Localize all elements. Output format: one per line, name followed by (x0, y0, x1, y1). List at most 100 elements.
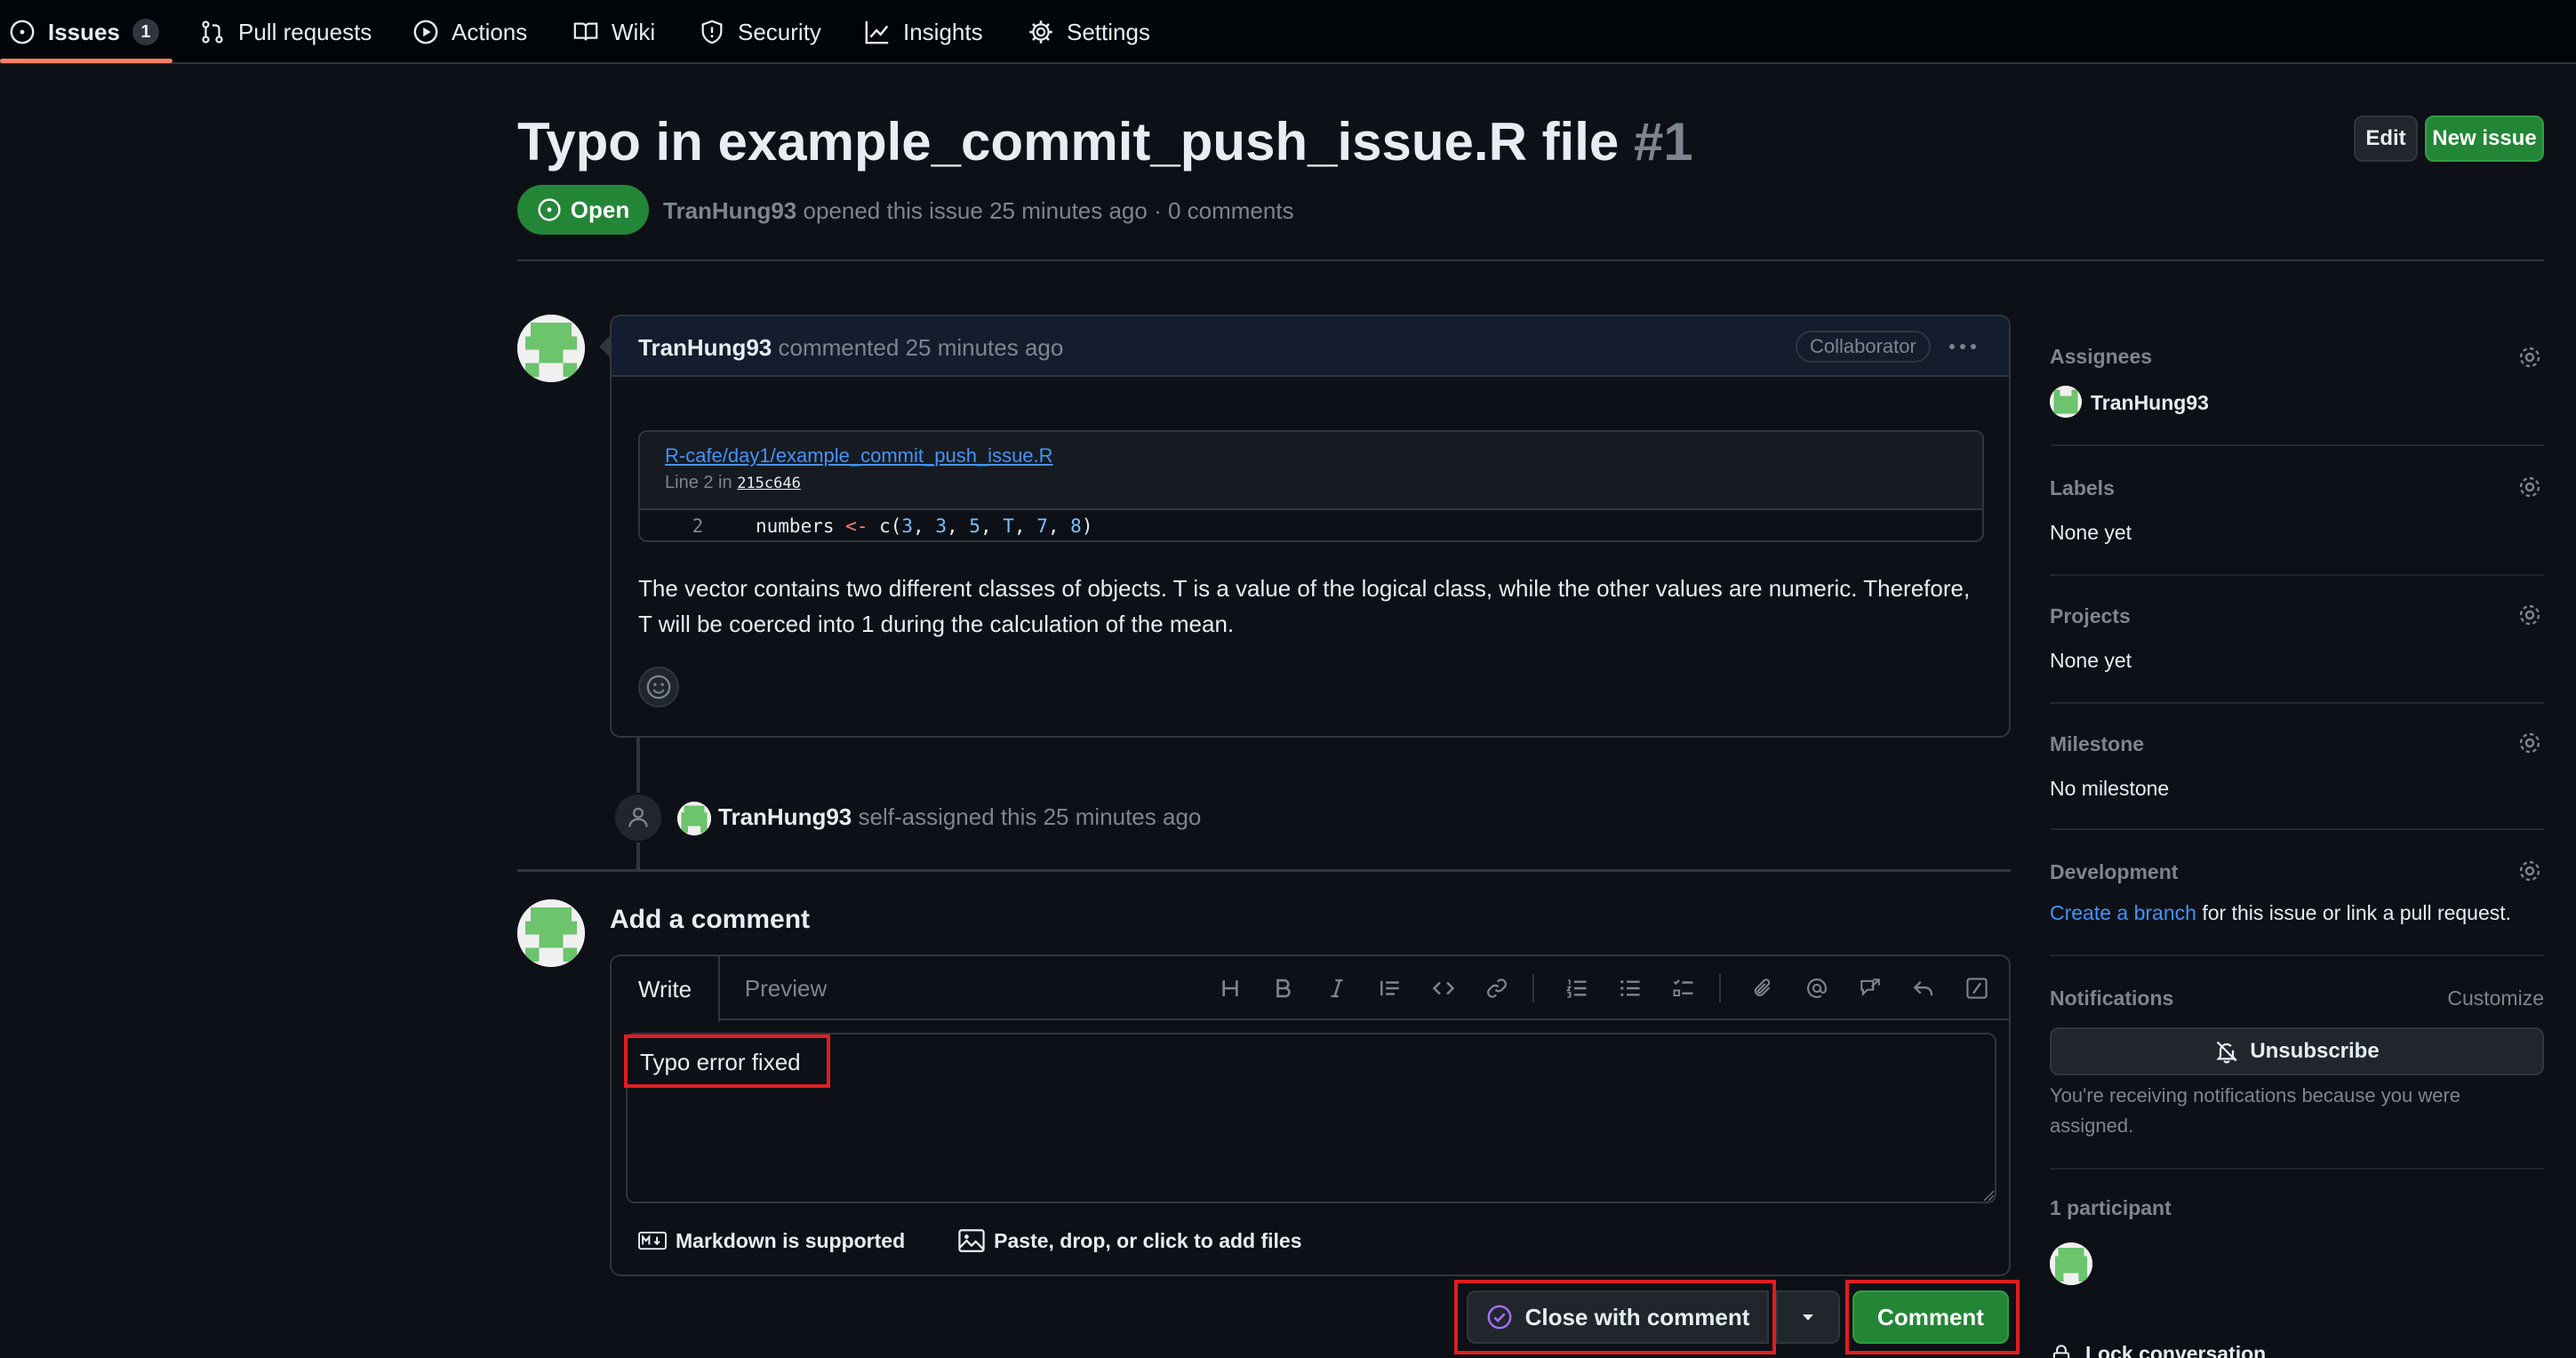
tab-settings[interactable]: Settings (1028, 0, 1150, 64)
tab-wiki-label: Wiki (612, 18, 656, 45)
tab-pull-requests-label: Pull requests (238, 18, 372, 45)
tab-issues[interactable]: Issues 1 (9, 0, 159, 64)
tab-security[interactable]: Security (699, 0, 821, 64)
gear-icon[interactable] (2516, 343, 2544, 371)
labels-title: Labels (2050, 476, 2115, 499)
issue-author-link[interactable]: TranHung93 (663, 197, 796, 224)
notifications-title: Notifications (2050, 987, 2174, 1010)
assignees-title: Assignees (2050, 345, 2153, 368)
avatar[interactable] (2050, 386, 2082, 418)
create-branch-link[interactable]: Create a branch (2050, 901, 2196, 924)
tab-preview[interactable]: Preview (736, 956, 836, 1020)
identicon-avatar-icon (2050, 386, 2082, 418)
unordered-list-button[interactable] (1614, 972, 1646, 1004)
comment-author[interactable]: TranHung93 (638, 334, 772, 361)
bold-button[interactable] (1268, 972, 1300, 1004)
comment-author-line: TranHung93 commented 25 minutes ago (638, 334, 1063, 362)
participants-title: 1 participant (2050, 1196, 2172, 1219)
labels-section: Labels None yet (2050, 471, 2544, 576)
issue-meta: TranHung93 opened this issue 25 minutes … (663, 197, 1294, 225)
attach-button[interactable] (1748, 972, 1780, 1004)
saved-reply-button[interactable] (1908, 972, 1940, 1004)
gear-icon[interactable] (2516, 601, 2544, 629)
attach-files-hint[interactable]: Paste, drop, or click to add files (958, 1229, 1302, 1253)
comment-textarea[interactable]: Typo error fixed (626, 1033, 1996, 1203)
slash-command-button[interactable] (1961, 972, 1993, 1004)
unsubscribe-button[interactable]: Unsubscribe (2050, 1027, 2544, 1075)
unsubscribe-label: Unsubscribe (2250, 1039, 2380, 1063)
resize-handle-icon[interactable] (1982, 1189, 1995, 1202)
add-reaction-button[interactable] (638, 667, 679, 707)
tab-write[interactable]: Write (612, 956, 720, 1022)
code-line: 2 numbers <- c(3, 3, 5, T, 7, 8) (640, 510, 1982, 540)
link-button[interactable] (1481, 972, 1513, 1004)
markdown-icon (638, 1231, 667, 1250)
ordered-list-button[interactable] (1561, 972, 1593, 1004)
assignee-name[interactable]: TranHung93 (2091, 391, 2209, 415)
edit-button[interactable]: Edit (2354, 116, 2418, 162)
gear-icon[interactable] (2516, 729, 2544, 757)
tab-actions[interactable]: Actions (412, 0, 527, 64)
lock-icon (2052, 1344, 2070, 1358)
quote-button[interactable] (1374, 972, 1406, 1004)
milestone-section: Milestone No milestone (2050, 727, 2544, 830)
task-list-button[interactable] (1668, 972, 1700, 1004)
tab-settings-label: Settings (1067, 18, 1150, 45)
milestone-value: No milestone (2050, 777, 2170, 800)
comment-submit-button[interactable]: Comment (1852, 1290, 2009, 1344)
collaborator-badge: Collaborator (1796, 331, 1931, 363)
lock-conversation-label: Lock conversation (2085, 1342, 2267, 1358)
avatar[interactable] (2050, 1242, 2092, 1285)
mention-button[interactable] (1801, 972, 1833, 1004)
triangle-down-icon (1803, 1314, 1813, 1321)
customize-link[interactable]: Customize (2447, 987, 2544, 1011)
issue-title: Typo in example_commit_push_issue.R file… (517, 108, 1693, 176)
close-with-comment-button[interactable]: Close with comment (1467, 1290, 1769, 1344)
tab-insights[interactable]: Insights (864, 0, 983, 64)
git-pull-request-icon (202, 20, 223, 44)
comment-editor: Write Preview Typo error fixed Markdown … (610, 955, 2011, 1276)
permalink-path-link[interactable]: R-cafe/day1/example_commit_push_issue.R (665, 444, 1957, 467)
status-label: Open (570, 196, 630, 223)
issue-opened-icon (10, 20, 35, 44)
code-icon (1432, 981, 1455, 995)
identicon-avatar-icon (517, 899, 585, 967)
timeline-badge (613, 793, 663, 843)
book-icon (573, 22, 598, 41)
tab-issues-label: Issues (48, 18, 120, 45)
italic-button[interactable] (1321, 972, 1353, 1004)
close-options-dropdown[interactable] (1776, 1290, 1840, 1344)
paperclip-icon (1754, 979, 1771, 997)
avatar[interactable] (517, 899, 585, 967)
commit-sha-link[interactable]: 215c646 (737, 475, 801, 492)
heading-button[interactable] (1214, 972, 1246, 1004)
permalink-line-prefix: Line 2 in (665, 473, 732, 492)
kebab-menu-icon[interactable] (1945, 332, 1980, 361)
reference-button[interactable] (1854, 972, 1886, 1004)
tab-security-label: Security (738, 18, 821, 45)
new-issue-button[interactable]: New issue (2425, 116, 2544, 162)
code-button[interactable] (1428, 972, 1460, 1004)
projects-section: Projects None yet (2050, 599, 2544, 704)
projects-value: None yet (2050, 649, 2132, 672)
header-divider (517, 260, 2544, 261)
tab-wiki[interactable]: Wiki (572, 0, 655, 64)
reply-icon (1913, 980, 1933, 996)
avatar[interactable] (677, 802, 711, 835)
gear-icon[interactable] (2516, 857, 2544, 885)
comment-textarea-value: Typo error fixed (640, 1049, 801, 1075)
tab-pull-requests[interactable]: Pull requests (199, 0, 372, 64)
play-icon (413, 20, 438, 44)
mention-icon (1807, 979, 1827, 998)
timeline-divider (517, 869, 2011, 872)
gear-icon[interactable] (2516, 473, 2544, 501)
toolbar-divider (1532, 974, 1534, 1003)
development-rest: for this issue or link a pull request. (2196, 901, 2512, 924)
graph-icon (865, 20, 889, 44)
avatar[interactable] (517, 315, 585, 382)
lock-conversation-link[interactable]: Lock conversation (2050, 1342, 2266, 1358)
markdown-hint[interactable]: Markdown is supported (638, 1229, 905, 1253)
timeline-actor[interactable]: TranHung93 (718, 803, 852, 830)
bell-slash-icon (2216, 1041, 2238, 1064)
permalink-header: R-cafe/day1/example_commit_push_issue.R … (640, 432, 1982, 510)
